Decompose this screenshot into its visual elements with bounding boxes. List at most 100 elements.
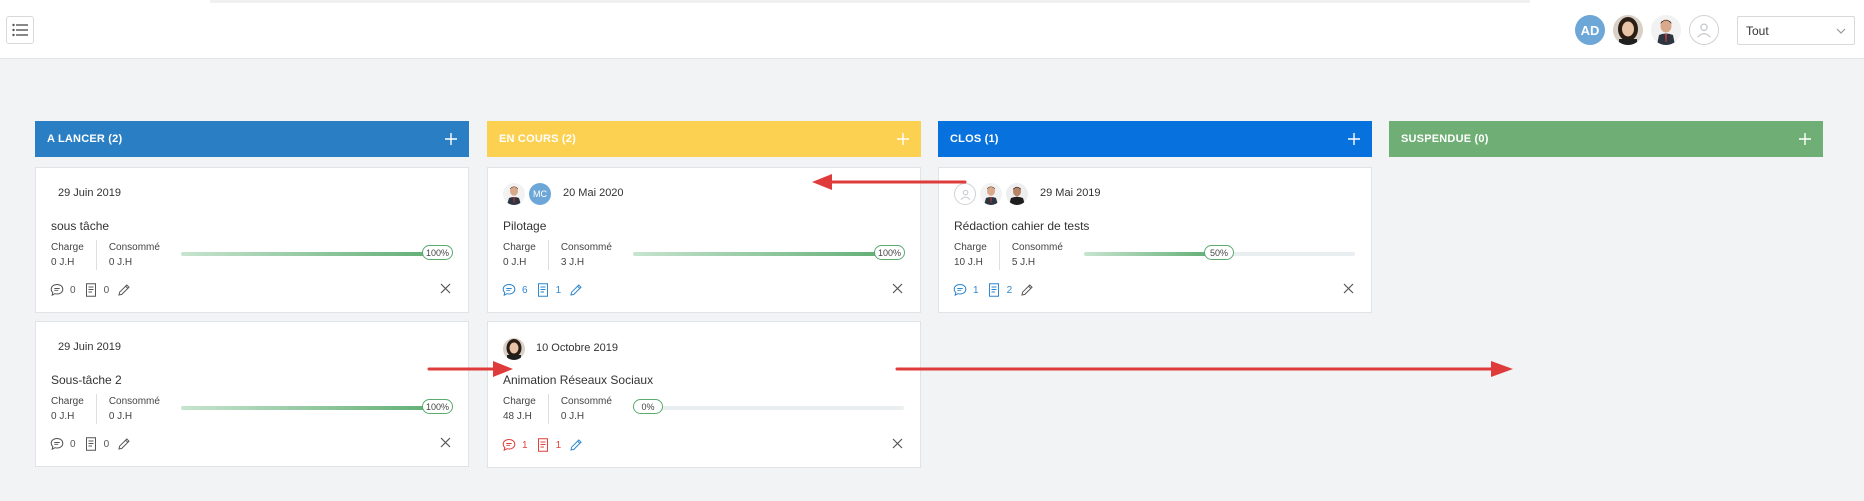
column-title: SUSPENDUE (0) [1401,133,1489,145]
progress-badge: 50% [1204,245,1234,260]
close-icon[interactable] [440,283,451,294]
document-icon [85,437,96,451]
edit-button[interactable] [569,283,589,297]
charge-value: 0 J.H [51,257,75,268]
user-photo-man-icon [980,183,1002,205]
close-icon[interactable] [892,438,903,449]
comment-icon [502,438,516,452]
card-date: 29 Juin 2019 [58,187,121,199]
document-icon [537,438,548,452]
list-icon [12,23,28,37]
consomme-label: Consommé [560,396,612,407]
documents-button[interactable]: 1 [536,438,562,452]
pencil-icon [570,439,582,451]
comments-button[interactable]: 0 [50,437,76,451]
charge-value: 0 J.H [503,257,527,268]
charge-label: Charge [503,396,536,407]
task-card[interactable]: 10 Octobre 2019 Animation Réseaux Sociau… [487,321,921,468]
consomme-value: 0 J.H [560,411,585,422]
charge-label: Charge [954,242,987,253]
comment-icon [50,283,64,297]
edit-button[interactable] [117,283,137,297]
card-date: 29 Mai 2019 [1040,187,1101,199]
comments-button[interactable]: 6 [502,283,528,297]
menu-button[interactable] [6,16,34,44]
card-meta: Charge 0 J.H Consommé 3 J.H [503,240,624,270]
task-card[interactable]: 29 Juin 2019 Sous-tâche 2 Charge 0 J.H Co… [35,321,469,467]
topbar-divider [210,0,1530,3]
charge-value: 48 J.H [503,411,532,422]
add-card-button[interactable] [445,133,457,145]
documents-button[interactable]: 2 [987,283,1013,297]
pencil-icon [1021,284,1033,296]
card-meta: Charge 10 J.H Consommé 5 J.H [954,240,1075,270]
user-photo-man-icon [503,183,525,205]
comments-count: 1 [522,439,528,451]
avatar-photo-woman[interactable] [1613,15,1643,45]
charge-value: 0 J.H [51,411,75,422]
card-actions: 1 1 [502,438,597,452]
progress-bar: 100% [181,399,454,414]
comments-button[interactable]: 1 [502,438,528,452]
document-icon [537,283,548,297]
add-card-button[interactable] [897,133,909,145]
progress-fill [181,252,452,256]
task-card[interactable]: 29 Mai 2019 Rédaction cahier de tests Ch… [938,167,1372,313]
task-card[interactable]: 29 Juin 2019 sous tâche Charge 0 J.H Cons… [35,167,469,313]
charge-value: 10 J.H [954,257,983,268]
documents-button[interactable]: 0 [84,283,110,297]
annotation-arrow-right-long [895,361,1513,377]
progress-badge: 0% [633,399,663,414]
card-title: Pilotage [503,219,547,233]
documents-count: 0 [103,284,110,296]
close-icon[interactable] [440,437,451,448]
documents-count: 1 [555,439,562,451]
document-icon [988,283,999,297]
document-icon [85,283,96,297]
comments-button[interactable]: 0 [50,283,76,297]
edit-button[interactable] [1020,283,1040,297]
progress-badge: 100% [422,245,454,260]
close-icon[interactable] [892,283,903,294]
comment-icon [502,283,516,297]
annotation-arrow-right [427,361,513,377]
card-date: 10 Octobre 2019 [536,342,618,354]
card-title: Rédaction cahier de tests [954,219,1090,233]
card-date: 29 Juin 2019 [58,341,121,353]
progress-bar: 0% [633,399,904,414]
documents-button[interactable]: 0 [84,437,110,451]
annotation-arrow-left [812,174,967,190]
charge-label: Charge [503,242,536,253]
consomme-label: Consommé [1011,242,1063,253]
consomme-value: 3 J.H [560,257,585,268]
progress-fill [181,406,452,410]
documents-count: 0 [103,438,110,450]
add-card-button[interactable] [1799,133,1811,145]
avatar-unassigned[interactable] [1689,15,1719,45]
edit-button[interactable] [117,437,137,451]
assignee-avatar [503,183,525,205]
card-title: Sous-tâche 2 [51,373,122,387]
avatar-initials[interactable]: AD [1575,15,1605,45]
documents-count: 2 [1006,284,1013,296]
edit-button[interactable] [569,438,589,452]
card-actions: 0 0 [50,437,145,451]
documents-button[interactable]: 1 [536,283,561,297]
consomme-label: Consommé [108,242,160,253]
comments-count: 1 [973,284,979,296]
top-bar: AD Tout [0,0,1864,59]
consomme-label: Consommé [560,242,612,253]
close-icon[interactable] [1343,283,1354,294]
consomme-value: 5 J.H [1011,257,1036,268]
comments-count: 6 [522,284,528,296]
filter-select[interactable]: Tout [1737,16,1855,45]
comment-icon [50,437,64,451]
card-actions: 1 2 [953,283,1048,297]
add-card-button[interactable] [1348,133,1360,145]
avatar-photo-man[interactable] [1651,15,1681,45]
chevron-down-icon [1836,28,1846,34]
comments-button[interactable]: 1 [953,283,979,297]
consomme-value: 0 J.H [108,411,133,422]
column-header-en-cours: EN COURS (2) [487,121,921,157]
assignee-avatar [980,183,1002,205]
